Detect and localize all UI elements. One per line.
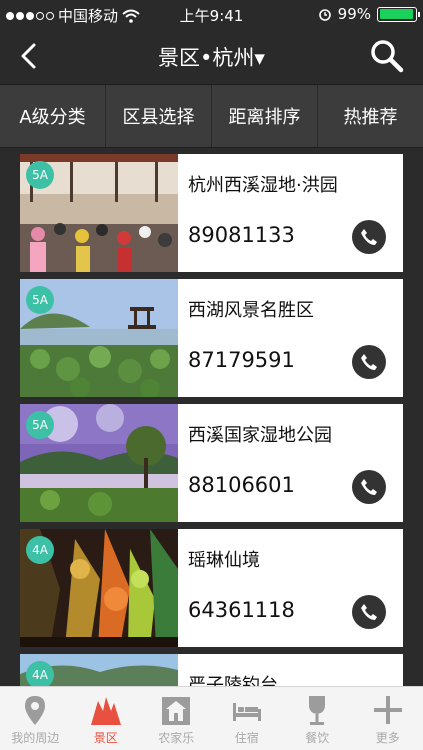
filter-a-level[interactable]: A级分类 [0, 85, 106, 147]
phone-icon [361, 354, 377, 370]
location-pin-icon [25, 696, 46, 725]
house-icon [162, 697, 191, 725]
wine-glass-icon [309, 696, 326, 725]
list-item[interactable]: 5A 杭州西溪湿地·洪园 89081133 [20, 154, 403, 272]
bed-icon [232, 703, 261, 721]
attraction-name: 瑶琳仙境 [188, 550, 260, 571]
tab-label: 住宿 [234, 731, 259, 745]
search-icon[interactable] [369, 38, 405, 74]
attraction-name: 杭州西溪湿地·洪园 [188, 175, 338, 196]
attraction-phone: 87179591 [188, 348, 295, 372]
attraction-phone: 64361118 [188, 598, 295, 622]
filter-bar: A级分类 区县选择 距离排序 热推荐 [0, 84, 423, 148]
grade-badge: 4A [26, 661, 54, 686]
tab-more[interactable]: 更多 [353, 687, 423, 750]
call-button[interactable] [352, 470, 386, 504]
tab-farmhouse[interactable]: 农家乐 [141, 687, 212, 750]
attraction-list[interactable]: 5A 杭州西溪湿地·洪园 89081133 5A 西湖风景名胜区 8717959… [0, 148, 423, 686]
tab-dining[interactable]: 餐饮 [282, 687, 353, 750]
tab-label: 农家乐 [158, 731, 195, 745]
call-button[interactable] [352, 220, 386, 254]
battery-icon [377, 6, 420, 22]
attraction-phone: 88106601 [188, 473, 295, 497]
attraction-name: 西溪国家湿地公园 [188, 425, 332, 446]
attraction-name: 西湖风景名胜区 [188, 300, 314, 321]
tab-lodging[interactable]: 住宿 [212, 687, 283, 750]
phone-icon [361, 229, 377, 245]
grade-badge: 5A [26, 286, 54, 314]
tab-label: 餐饮 [305, 731, 330, 745]
grade-badge: 5A [26, 161, 54, 189]
grade-badge: 4A [26, 536, 54, 564]
list-item[interactable]: 4A 严子陵钓台 [20, 654, 403, 686]
filter-distance[interactable]: 距离排序 [212, 85, 318, 147]
attraction-name: 严子陵钓台 [188, 675, 278, 686]
tab-label: 景区 [93, 731, 118, 745]
call-button[interactable] [352, 595, 386, 629]
attraction-phone: 89081133 [188, 223, 295, 247]
tab-label: 更多 [375, 731, 400, 745]
status-right: 99% [318, 5, 420, 23]
tab-scenic[interactable]: 景区 [71, 687, 142, 750]
nav-bar: 景区•杭州▾ [0, 28, 423, 84]
phone-icon [361, 604, 377, 620]
tab-label: 我的周边 [11, 731, 60, 745]
call-button[interactable] [352, 345, 386, 379]
battery-percent: 99% [337, 5, 371, 23]
phone-icon [361, 479, 377, 495]
list-item[interactable]: 5A 西溪国家湿地公园 88106601 [20, 404, 403, 522]
status-bar: 中国移动 上午9:41 99% [0, 0, 423, 28]
alarm-icon [318, 9, 331, 21]
plus-icon [373, 696, 402, 724]
tab-nearby[interactable]: 我的周边 [0, 687, 71, 750]
filter-hot[interactable]: 热推荐 [318, 85, 423, 147]
mountain-icon [90, 697, 121, 725]
grade-badge: 5A [26, 411, 54, 439]
tab-bar: 我的周边 景区 农家乐 住宿 餐饮 更多 [0, 686, 423, 750]
list-item[interactable]: 4A 瑶琳仙境 64361118 [20, 529, 403, 647]
filter-district[interactable]: 区县选择 [106, 85, 212, 147]
list-item[interactable]: 5A 西湖风景名胜区 87179591 [20, 279, 403, 397]
city-selector[interactable]: 景区•杭州▾ [0, 42, 423, 72]
